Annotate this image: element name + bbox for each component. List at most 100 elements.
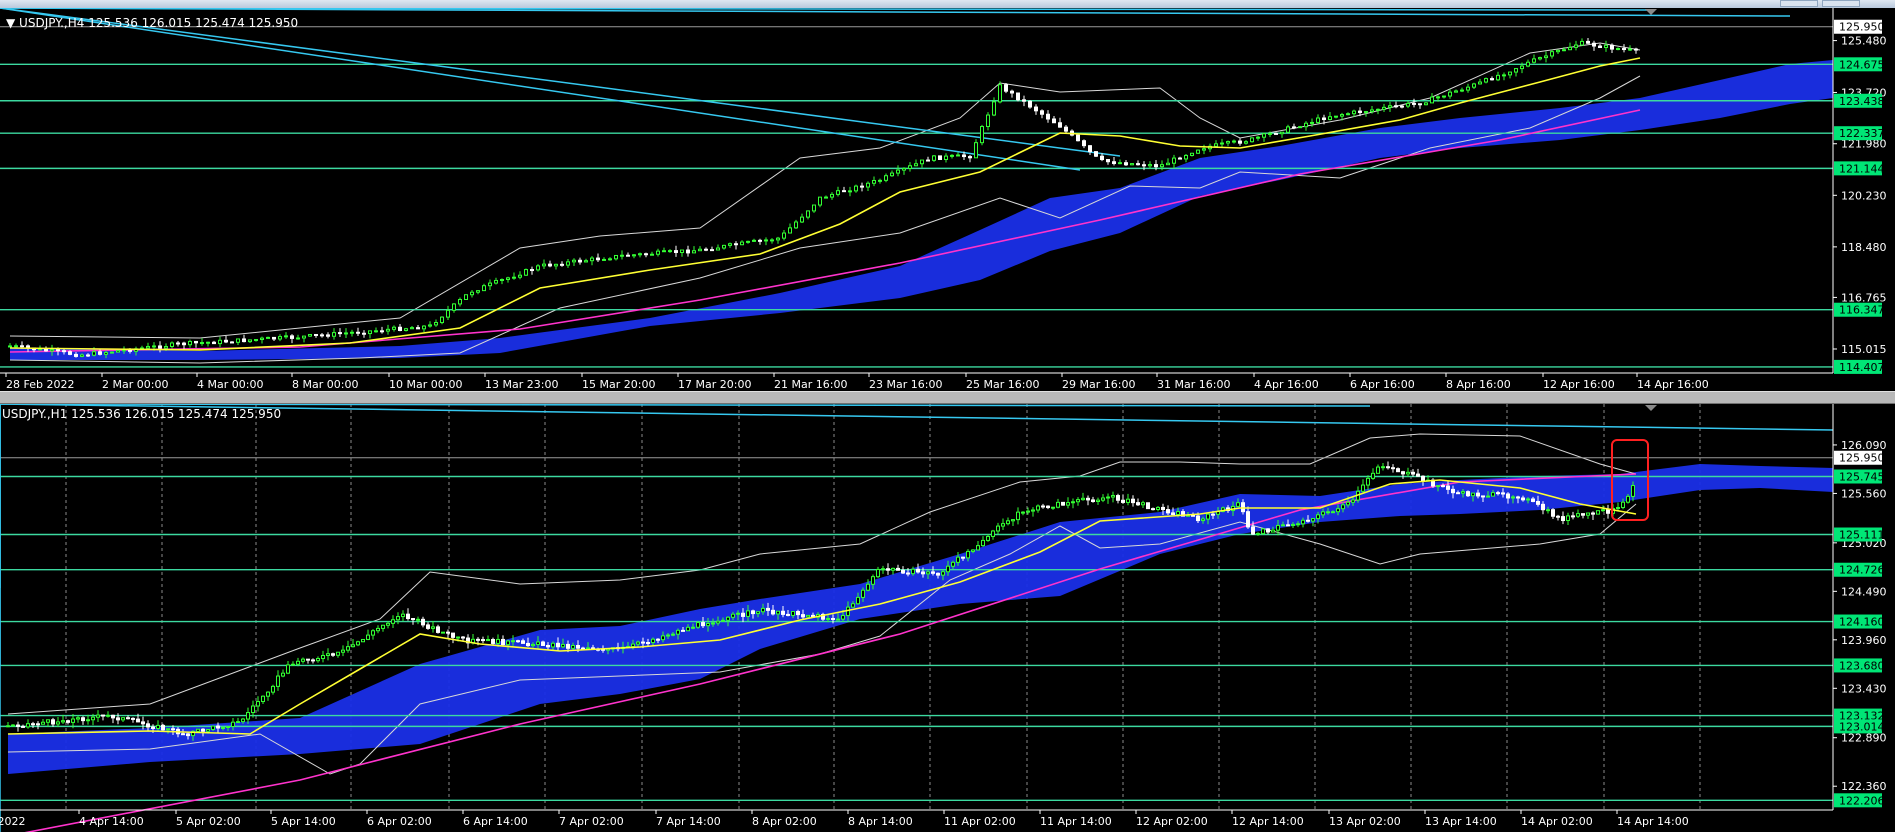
time-tick-label: 4 Apr 14:00	[79, 815, 144, 828]
price-tick-label: 115.015	[1841, 343, 1887, 356]
candle-body	[1472, 83, 1476, 88]
candle-body	[741, 612, 745, 617]
candle-body	[578, 259, 582, 263]
candle-body	[1531, 498, 1535, 502]
price-tick-label: 122.360	[1841, 780, 1887, 793]
candle-body	[356, 331, 360, 334]
candle-body	[626, 254, 630, 257]
candle-body	[800, 216, 804, 223]
candle-body	[571, 644, 575, 649]
time-tick-label: 29 Mar 16:00	[1062, 378, 1135, 391]
candle-body	[186, 733, 190, 737]
level-price-text: 123.438	[1839, 95, 1885, 108]
candle-body	[1316, 117, 1320, 123]
candle-body	[1526, 61, 1530, 67]
candle-body	[368, 330, 372, 335]
candle-body	[764, 239, 768, 242]
candle-body	[1136, 163, 1140, 166]
candle-body	[266, 336, 270, 339]
candle-body	[1156, 506, 1160, 510]
level-price-text: 123.680	[1839, 659, 1885, 672]
candle-body	[1506, 493, 1510, 499]
candle-body	[698, 248, 702, 252]
candle-body	[986, 114, 990, 128]
candle-body	[356, 641, 360, 646]
candle-body	[518, 274, 522, 278]
candle-body	[386, 328, 390, 332]
candle-body	[1220, 142, 1224, 145]
h1-plot[interactable]: 126.090125.560125.020124.490123.960123.4…	[0, 404, 1895, 832]
candle-body	[410, 327, 414, 330]
candle-body	[1550, 51, 1554, 57]
candle-body	[756, 611, 760, 615]
candle-body	[1520, 65, 1524, 70]
bid-price-text: 125.950	[1839, 21, 1885, 34]
h4-symbol-title: ▼ USDJPY.,H4 125.536 126.015 125.474 125…	[6, 16, 299, 30]
candle-body	[554, 263, 558, 267]
candle-body	[1478, 81, 1482, 85]
candle-body	[701, 622, 705, 627]
candle-body	[1124, 162, 1128, 166]
candle-body	[1106, 496, 1110, 499]
price-tick-label: 118.480	[1841, 241, 1887, 254]
minimize-button[interactable]	[1780, 0, 1818, 7]
candle-body	[1386, 466, 1390, 469]
candle-body	[278, 336, 282, 340]
candle-body	[271, 685, 275, 693]
candle-body	[1628, 48, 1632, 51]
candle-body	[884, 175, 888, 181]
candle-body	[1388, 105, 1392, 108]
candle-body	[941, 571, 945, 576]
chart-h1[interactable]: 126.090 125.560 125.020 124.490 123.960 123.4…	[0, 404, 1895, 832]
time-tick-label: 11 Apr 14:00	[1040, 815, 1112, 828]
candle-body	[1358, 110, 1362, 114]
chart-h4[interactable]: 125.480 123.720 121.980 120.230 118.480 116.7…	[0, 8, 1895, 391]
candle-body	[968, 156, 972, 159]
candle-body	[1061, 501, 1065, 506]
candle-body	[956, 556, 960, 563]
candle-body	[1400, 105, 1404, 108]
candle-body	[254, 339, 258, 342]
candle-body	[891, 567, 895, 571]
candle-body	[326, 653, 330, 657]
candle-body	[1100, 155, 1104, 161]
panel-splitter[interactable]	[0, 391, 1895, 404]
candle-body	[1424, 102, 1428, 106]
candle-body	[1166, 509, 1170, 514]
h1-title-text: USDJPY.,H1 125.536 126.015 125.474 125.9…	[2, 407, 282, 421]
candle-body	[1266, 528, 1270, 533]
time-tick-label: 14 Apr 02:00	[1521, 815, 1593, 828]
candle-body	[1328, 116, 1332, 121]
candle-body	[704, 248, 708, 251]
candle-body	[1461, 491, 1465, 494]
time-tick-label: 14 Apr 16:00	[1637, 378, 1709, 391]
candle-body	[1046, 113, 1050, 120]
candle-body	[1211, 513, 1215, 516]
candle-body	[644, 253, 648, 256]
candle-body	[1322, 117, 1326, 121]
candle-body	[1406, 471, 1410, 475]
candle-body	[1214, 143, 1218, 147]
candle-body	[56, 721, 60, 725]
candle-body	[771, 609, 775, 615]
time-tick-label: 15 Mar 20:00	[582, 378, 655, 391]
candle-body	[1351, 499, 1355, 503]
time-tick-label: 23 Mar 16:00	[869, 378, 942, 391]
candle-body	[224, 339, 228, 343]
candle-body	[411, 618, 415, 621]
time-tick-label: 21 Mar 16:00	[774, 378, 847, 391]
candle-body	[1081, 497, 1085, 501]
candle-body	[1496, 74, 1500, 81]
candle-body	[1201, 518, 1205, 522]
candle-body	[1066, 502, 1070, 506]
h4-plot[interactable]: 125.480123.720121.980120.230118.480116.7…	[0, 8, 1895, 391]
candle-body	[1262, 133, 1266, 138]
candle-body	[1601, 509, 1605, 512]
candle-body	[1538, 57, 1542, 60]
candle-body	[1036, 505, 1040, 511]
candle-body	[406, 613, 410, 620]
candle-body	[350, 331, 354, 334]
level-price-text: 122.206	[1839, 794, 1885, 807]
close-button[interactable]	[1822, 0, 1860, 7]
candle-body	[896, 567, 900, 571]
